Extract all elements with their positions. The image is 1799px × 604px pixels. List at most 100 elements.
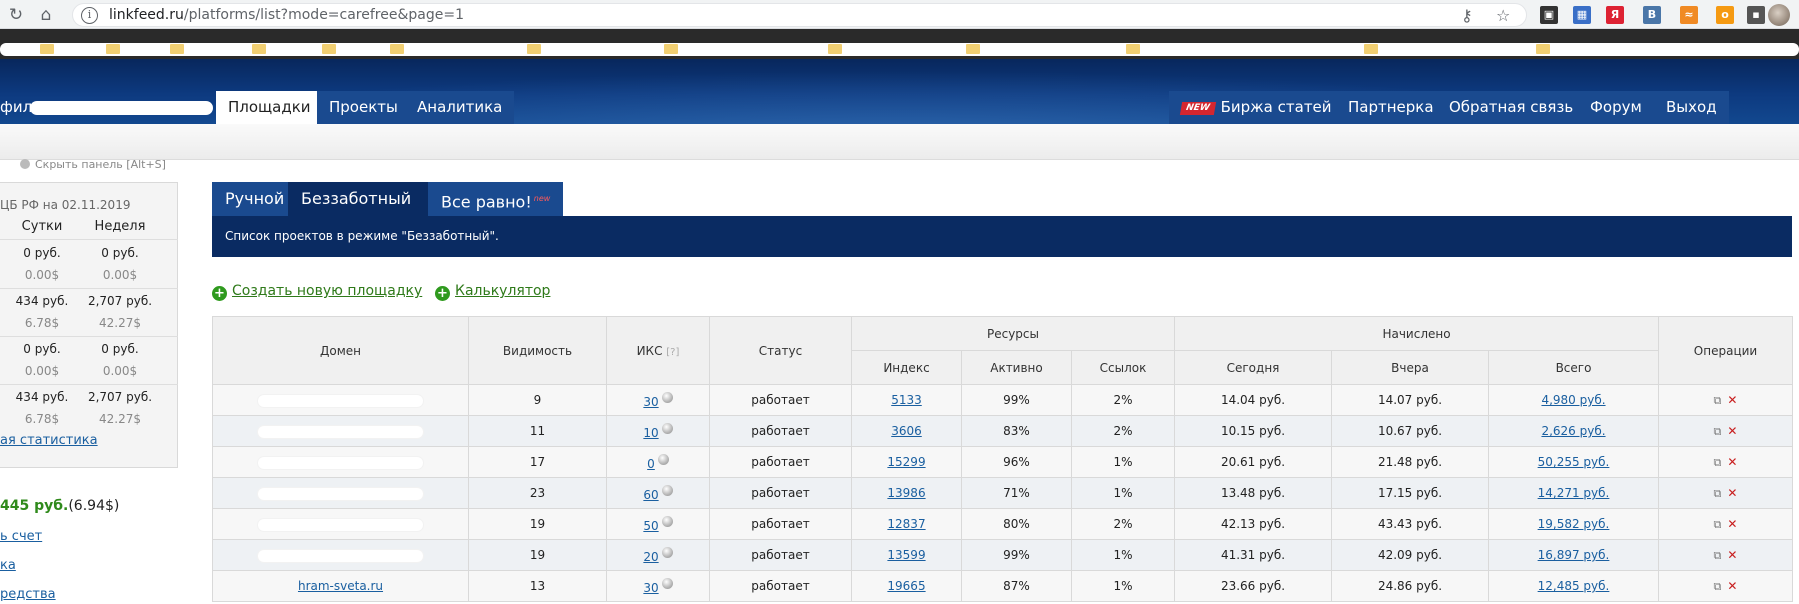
menu-item-forum[interactable]: Форум bbox=[1578, 91, 1654, 124]
copy-link-icon[interactable]: ⧉ bbox=[1714, 549, 1722, 563]
total-link[interactable]: 19,582 руб. bbox=[1538, 517, 1610, 531]
info-icon[interactable] bbox=[657, 453, 669, 465]
index-link[interactable]: 5133 bbox=[891, 393, 922, 407]
info-icon[interactable] bbox=[661, 577, 673, 589]
delete-icon[interactable]: ✕ bbox=[1727, 579, 1737, 593]
bookmark-star-icon[interactable]: ☆ bbox=[1496, 6, 1510, 25]
index-link[interactable]: 13599 bbox=[887, 548, 925, 562]
total-link[interactable]: 50,255 руб. bbox=[1538, 455, 1610, 469]
address-bar[interactable]: i linkfeed.ru/platforms/list?mode=carefr… bbox=[72, 3, 1527, 27]
extension-ok-icon[interactable]: о bbox=[1716, 6, 1734, 24]
tab-whatever[interactable]: Все равно! new bbox=[428, 182, 564, 216]
menu-item-platforms[interactable]: Площадки bbox=[216, 91, 323, 124]
total-link[interactable]: 12,485 руб. bbox=[1538, 579, 1610, 593]
stats-link[interactable]: ая статистика bbox=[0, 433, 98, 448]
total-link[interactable]: 4,980 руб. bbox=[1541, 393, 1605, 407]
domain-cell[interactable] bbox=[212, 415, 469, 447]
extension-icon-1[interactable]: ▣ bbox=[1540, 6, 1558, 24]
account-link[interactable]: ь счет bbox=[0, 529, 42, 544]
menu-item-analytics[interactable]: Аналитика bbox=[405, 91, 515, 124]
delete-icon[interactable]: ✕ bbox=[1727, 517, 1737, 531]
extension-yandex-icon[interactable]: Я bbox=[1606, 6, 1624, 24]
total-link[interactable]: 16,897 руб. bbox=[1538, 548, 1610, 562]
domain-link[interactable]: hram-sveta.ru bbox=[298, 579, 383, 593]
tab-carefree[interactable]: Беззаботный bbox=[288, 182, 428, 216]
menu-item-feedback[interactable]: Обратная связь bbox=[1437, 91, 1586, 124]
bookmark-folder-icon[interactable] bbox=[1126, 44, 1140, 54]
col-index[interactable]: Индекс bbox=[851, 350, 962, 385]
total-link[interactable]: 2,626 руб. bbox=[1541, 424, 1605, 438]
index-link[interactable]: 15299 bbox=[887, 455, 925, 469]
iks-link[interactable]: 60 bbox=[643, 488, 658, 502]
extension-vk-icon[interactable]: В bbox=[1643, 6, 1661, 24]
help-icon[interactable]: [?] bbox=[666, 347, 679, 358]
info-icon[interactable] bbox=[661, 391, 673, 403]
create-platform-link[interactable]: Создать новую площадку bbox=[232, 283, 422, 299]
col-active[interactable]: Активно bbox=[961, 350, 1072, 385]
bookmark-folder-icon[interactable] bbox=[1536, 44, 1550, 54]
menu-item-affiliate[interactable]: Партнерка bbox=[1336, 91, 1446, 124]
copy-link-icon[interactable]: ⧉ bbox=[1714, 580, 1722, 594]
iks-link[interactable]: 10 bbox=[643, 426, 658, 440]
bookmark-folder-icon[interactable] bbox=[664, 44, 678, 54]
iks-link[interactable]: 50 bbox=[643, 519, 658, 533]
col-status[interactable]: Статус bbox=[709, 316, 852, 385]
extension-grid-icon[interactable]: ▦ bbox=[1573, 6, 1591, 24]
iks-link[interactable]: 30 bbox=[643, 581, 658, 595]
col-links[interactable]: Ссылок bbox=[1071, 350, 1175, 385]
index-link[interactable]: 3606 bbox=[891, 424, 922, 438]
menu-item-article-exchange[interactable]: NEW Биржа статей bbox=[1169, 91, 1344, 124]
total-link[interactable]: 14,271 руб. bbox=[1538, 486, 1610, 500]
info-icon[interactable] bbox=[661, 546, 673, 558]
copy-link-icon[interactable]: ⧉ bbox=[1714, 518, 1722, 532]
iks-link[interactable]: 0 bbox=[647, 457, 655, 471]
bookmark-folder-icon[interactable] bbox=[170, 44, 184, 54]
delete-icon[interactable]: ✕ bbox=[1727, 424, 1737, 438]
calculator-link[interactable]: Калькулятор bbox=[455, 283, 550, 299]
domain-cell[interactable] bbox=[212, 384, 469, 416]
bookmark-folder-icon[interactable] bbox=[40, 44, 54, 54]
info-icon[interactable] bbox=[661, 515, 673, 527]
bookmark-folder-icon[interactable] bbox=[828, 44, 842, 54]
extension-rss-icon[interactable]: ≈ bbox=[1680, 6, 1698, 24]
index-link[interactable]: 12837 bbox=[887, 517, 925, 531]
left-link-3[interactable]: редства bbox=[0, 587, 56, 602]
index-link[interactable]: 13986 bbox=[887, 486, 925, 500]
menu-item-projects[interactable]: Проекты bbox=[317, 91, 410, 124]
tab-manual[interactable]: Ручной bbox=[212, 182, 298, 216]
bookmark-folder-icon[interactable] bbox=[322, 44, 336, 54]
col-visibility[interactable]: Видимость bbox=[468, 316, 607, 385]
key-icon[interactable]: ⚷ bbox=[1461, 6, 1473, 25]
bookmark-folder-icon[interactable] bbox=[1364, 44, 1378, 54]
extension-icon-7[interactable]: ▪ bbox=[1747, 6, 1765, 24]
domain-cell[interactable] bbox=[212, 446, 469, 478]
create-platform-action[interactable]: + Создать новую площадку bbox=[212, 283, 422, 301]
col-domain[interactable]: Домен bbox=[212, 316, 469, 385]
iks-link[interactable]: 30 bbox=[643, 395, 658, 409]
delete-icon[interactable]: ✕ bbox=[1727, 486, 1737, 500]
col-total[interactable]: Всего bbox=[1487, 350, 1660, 385]
info-icon[interactable] bbox=[661, 484, 673, 496]
menu-item-logout[interactable]: Выход bbox=[1654, 91, 1729, 124]
col-yesterday[interactable]: Вчера bbox=[1331, 350, 1489, 385]
bookmark-folder-icon[interactable] bbox=[527, 44, 541, 54]
bookmark-folder-icon[interactable] bbox=[966, 44, 980, 54]
copy-link-icon[interactable]: ⧉ bbox=[1714, 487, 1722, 501]
delete-icon[interactable]: ✕ bbox=[1727, 548, 1737, 562]
copy-link-icon[interactable]: ⧉ bbox=[1714, 425, 1722, 439]
delete-icon[interactable]: ✕ bbox=[1727, 393, 1737, 407]
menu-item-fragment[interactable]: Б bbox=[140, 91, 150, 124]
bookmark-folder-icon[interactable] bbox=[390, 44, 404, 54]
domain-cell[interactable] bbox=[212, 508, 469, 540]
copy-link-icon[interactable]: ⧉ bbox=[1714, 456, 1722, 470]
iks-link[interactable]: 20 bbox=[643, 550, 658, 564]
info-icon[interactable] bbox=[661, 422, 673, 434]
bookmark-folder-icon[interactable] bbox=[106, 44, 120, 54]
profile-avatar[interactable] bbox=[1768, 4, 1790, 26]
left-link-2[interactable]: ка bbox=[0, 558, 16, 573]
site-info-icon[interactable]: i bbox=[81, 7, 98, 24]
bookmark-folder-icon[interactable] bbox=[252, 44, 266, 54]
calculator-action[interactable]: + Калькулятор bbox=[435, 283, 550, 301]
col-today[interactable]: Сегодня bbox=[1174, 350, 1332, 385]
reload-icon[interactable]: ↻ bbox=[6, 5, 26, 25]
